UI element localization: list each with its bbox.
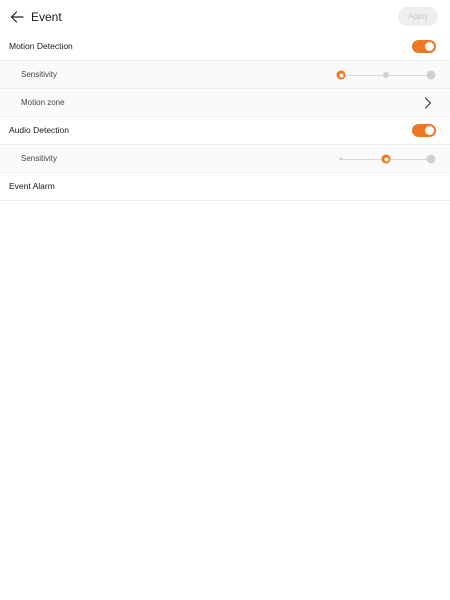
slider-thumb[interactable] [381,154,391,164]
apply-button[interactable]: Apply [398,7,438,26]
slider-stop [426,154,436,164]
motion-detection-label: Motion Detection [9,41,73,51]
back-button[interactable] [4,4,30,30]
audio-detection-row: Audio Detection [0,117,450,145]
slider-stop [426,70,436,80]
event-alarm-label: Event Alarm [9,181,55,191]
audio-detection-toggle[interactable] [412,124,436,137]
motion-sensitivity-row: Sensitivity [0,61,450,89]
app-header: Event Apply [0,0,450,34]
motion-zone-row[interactable]: Motion zone [0,89,450,117]
slider-stop [339,157,343,161]
motion-sensitivity-slider[interactable] [336,65,436,85]
audio-sensitivity-label: Sensitivity [21,154,58,163]
arrow-left-icon [10,11,24,23]
audio-sensitivity-slider[interactable] [336,149,436,169]
chevron-right-icon [424,97,432,109]
slider-thumb[interactable] [336,70,346,80]
audio-detection-label: Audio Detection [9,125,70,135]
event-alarm-row[interactable]: Event Alarm [0,173,450,201]
motion-sensitivity-label: Sensitivity [21,70,58,79]
page-title: Event [31,10,62,24]
slider-stop [383,72,389,78]
toggle-knob [425,42,434,51]
motion-detection-row: Motion Detection [0,33,450,61]
motion-detection-toggle[interactable] [412,40,436,53]
settings-list: Motion Detection Sensitivity Motion zone… [0,33,450,201]
toggle-knob [425,126,434,135]
audio-sensitivity-row: Sensitivity [0,145,450,173]
motion-zone-label: Motion zone [21,98,65,107]
